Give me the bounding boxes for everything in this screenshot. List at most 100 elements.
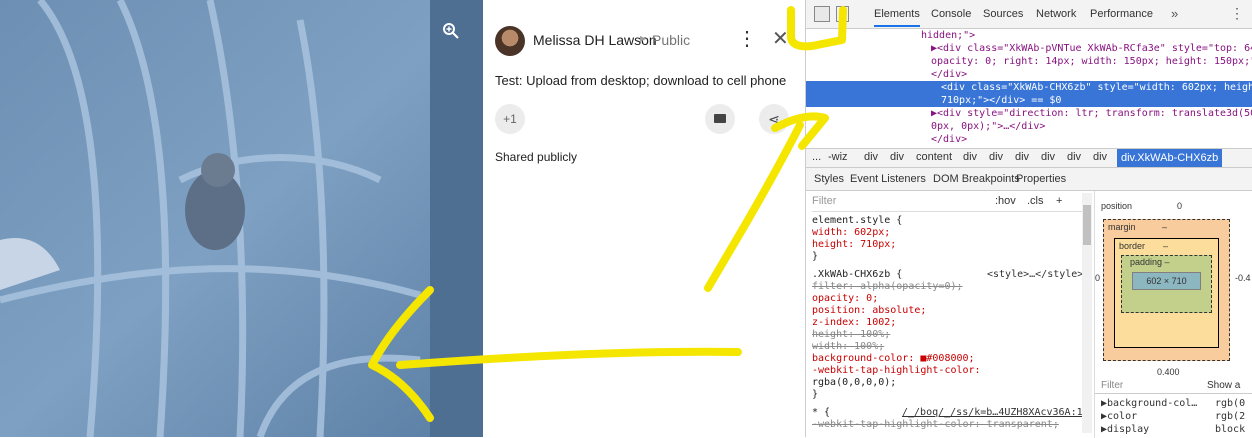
computed-filter-input[interactable]: Filter (1101, 380, 1123, 391)
inspect-element-icon[interactable] (814, 6, 830, 22)
avatar[interactable] (495, 26, 525, 56)
style-declaration[interactable]: opacity: 0; (812, 293, 878, 305)
breadcrumb-item[interactable]: div (1041, 151, 1055, 163)
comment-icon (714, 114, 726, 123)
breadcrumb-item[interactable]: div (989, 151, 1003, 163)
style-declaration[interactable]: height: 710px; (812, 239, 896, 251)
computed-prop[interactable]: ▶color (1101, 411, 1137, 422)
cls-toggle[interactable]: .cls (1027, 195, 1044, 207)
style-brace: } (812, 251, 819, 262)
add-rule-button[interactable]: + (1056, 195, 1062, 207)
devtools-panel: Elements Console Sources Network Perform… (805, 0, 1252, 438)
dom-line[interactable]: ▶<div style="direction: ltr; transform: … (931, 107, 1252, 120)
visibility-label: Public (652, 32, 691, 48)
computed-value: rgb(0 (1215, 398, 1246, 409)
breadcrumb-item[interactable]: div (1067, 151, 1081, 163)
breadcrumb-item[interactable]: div (1093, 151, 1107, 163)
computed-prop[interactable]: ▶background-col… (1101, 398, 1197, 409)
tab-sources[interactable]: Sources (983, 8, 1023, 20)
style-value[interactable]: rgba(0,0,0,0); (812, 377, 896, 389)
zoom-in-icon[interactable] (442, 22, 464, 44)
style-declaration[interactable]: z-index: 1002; (812, 317, 896, 329)
dom-line[interactable]: </div> (931, 133, 967, 146)
computed-prop[interactable]: ▶display (1101, 424, 1149, 435)
breadcrumb-item[interactable]: div (963, 151, 977, 163)
style-source-link[interactable]: /_/boq/_/ss/k=b…4UZH8XAcv36A:1 (902, 407, 1083, 419)
style-declaration[interactable]: width: 100%; (812, 341, 884, 353)
box-position-label: position (1101, 201, 1133, 211)
chevron-right-icon: ▸ (640, 31, 647, 45)
box-border-value[interactable]: – (1163, 241, 1168, 251)
tab-event-listeners[interactable]: Event Listeners (850, 173, 926, 185)
box-left-value[interactable]: 0 (1095, 273, 1100, 283)
style-selector[interactable]: * { (812, 407, 830, 419)
device-toolbar-icon[interactable] (836, 6, 849, 22)
photo-viewer[interactable] (0, 0, 483, 437)
styles-subtabs: Styles Event Listeners DOM Breakpoints P… (806, 168, 1252, 191)
tab-console[interactable]: Console (931, 8, 971, 20)
breadcrumb-item[interactable]: div (1015, 151, 1029, 163)
dom-line[interactable]: hidden;"> (921, 29, 975, 42)
share-button[interactable]: ⋖ (759, 104, 789, 134)
breadcrumb-item[interactable]: div (864, 151, 878, 163)
style-declaration[interactable]: position: absolute; (812, 305, 926, 317)
dom-line-selected[interactable]: 710px;"></div> == $0 (806, 94, 1252, 107)
style-source-link[interactable]: <style>…</style> (987, 269, 1083, 281)
share-icon: ⋖ (768, 111, 780, 127)
tab-performance[interactable]: Performance (1090, 8, 1153, 20)
box-border-label: border (1119, 241, 1146, 251)
close-icon[interactable]: ✕ (772, 26, 789, 51)
box-padding-label: padding – (1130, 257, 1170, 267)
scrollbar-thumb[interactable] (1083, 205, 1091, 245)
tab-network[interactable]: Network (1036, 8, 1076, 20)
photo-image (0, 0, 483, 437)
tab-properties[interactable]: Properties (1016, 173, 1066, 185)
styles-filter-input[interactable]: Filter :hov .cls + (812, 195, 1082, 212)
breadcrumb-item[interactable]: ... (812, 151, 821, 163)
author-name[interactable]: Melissa DH Lawson (533, 32, 657, 48)
tab-dom-breakpoints[interactable]: DOM Breakpoints (933, 173, 1020, 185)
post-panel: Melissa DH Lawson ▸ Public ⋮ ✕ Test: Upl… (483, 0, 805, 437)
dom-line[interactable]: </div> (931, 68, 967, 81)
dom-line[interactable]: opacity: 0; right: 14px; width: 150px; h… (931, 55, 1252, 68)
hov-toggle[interactable]: :hov (995, 195, 1016, 207)
style-declaration[interactable]: -webkit-tap-highlight-color: (812, 365, 981, 377)
styles-pane: Filter :hov .cls + element.style { width… (806, 191, 1094, 437)
style-declaration[interactable]: height: 100%; (812, 329, 890, 341)
box-margin-value[interactable]: – (1162, 222, 1167, 232)
plus-one-button[interactable]: +1 (495, 104, 525, 134)
styles-scrollbar[interactable] (1082, 193, 1092, 433)
dom-line[interactable]: 0px, 0px);">…</div> (931, 120, 1045, 133)
comment-button[interactable] (705, 104, 735, 134)
show-all-checkbox[interactable]: Show a (1207, 380, 1240, 391)
breadcrumb-item[interactable]: content (916, 151, 952, 163)
tab-elements[interactable]: Elements (874, 8, 920, 27)
box-margin: margin – border – padding – 602 × 710 (1103, 219, 1230, 361)
style-declaration[interactable]: width: 602px; (812, 227, 890, 239)
breadcrumb: ... -wiz div div content div div div div… (806, 148, 1252, 168)
box-border: border – padding – 602 × 710 (1114, 238, 1219, 348)
filter-placeholder: Filter (812, 195, 837, 207)
breadcrumb-item[interactable]: -wiz (828, 151, 848, 163)
dom-tree[interactable]: hidden;"> ▶<div class="XkWAb-pVNTue XkWA… (806, 29, 1252, 145)
more-vert-icon[interactable]: ⋮ (737, 26, 757, 51)
devtools-menu-icon[interactable]: ⋮ (1230, 5, 1244, 22)
box-bottom-value[interactable]: 0.400 (1157, 367, 1180, 377)
computed-value: block (1215, 424, 1246, 435)
style-brace: } (812, 389, 819, 400)
style-selector[interactable]: element.style { (812, 215, 902, 227)
box-position-value[interactable]: 0 (1177, 201, 1182, 211)
breadcrumb-active[interactable]: div.XkWAb-CHX6zb (1117, 149, 1223, 167)
dom-line[interactable]: ▶<div class="XkWAb-pVNTue XkWAb-RCfa3e" … (931, 42, 1252, 55)
style-declaration[interactable]: filter: alpha(opacity=0); (812, 281, 963, 293)
box-right-value[interactable]: -0.4 (1235, 273, 1251, 283)
tab-styles[interactable]: Styles (814, 173, 844, 185)
dom-line-selected[interactable]: <div class="XkWAb-CHX6zb" style="width: … (806, 81, 1252, 94)
style-declaration[interactable]: -webkit-tap-highlight-color: transparent… (812, 419, 1059, 431)
box-content[interactable]: 602 × 710 (1132, 272, 1201, 290)
more-tabs-icon[interactable]: » (1171, 6, 1178, 21)
breadcrumb-item[interactable]: div (890, 151, 904, 163)
style-selector[interactable]: .XkWAb-CHX6zb { (812, 269, 902, 281)
style-declaration[interactable]: background-color: ■#008000; (812, 353, 975, 365)
computed-value: rgb(2 (1215, 411, 1246, 422)
